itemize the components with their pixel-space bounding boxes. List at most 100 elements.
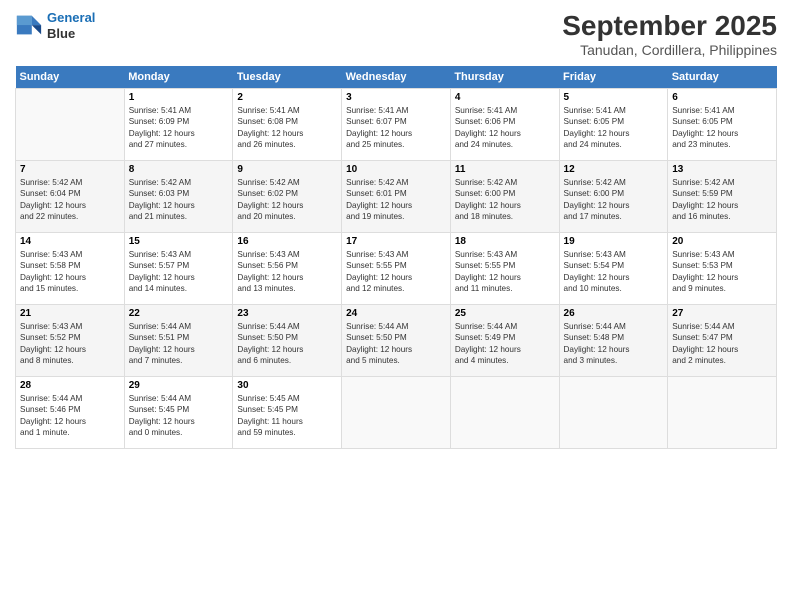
table-row: 4 Sunrise: 5:41 AMSunset: 6:06 PMDaylight… bbox=[450, 89, 559, 161]
day-detail: Sunrise: 5:44 AMSunset: 5:46 PMDaylight:… bbox=[20, 393, 120, 439]
logo-text: General Blue bbox=[47, 10, 95, 41]
calendar-week-row: 7Sunrise: 5:42 AMSunset: 6:04 PMDaylight… bbox=[16, 161, 777, 233]
page-title: September 2025 bbox=[562, 10, 777, 42]
header-monday: Monday bbox=[124, 66, 233, 89]
day-detail: Sunrise: 5:44 AMSunset: 5:49 PMDaylight:… bbox=[455, 321, 555, 367]
day-number: 20 bbox=[672, 236, 772, 247]
table-row: 20 Sunrise: 5:43 AMSunset: 5:53 PMDayligh… bbox=[668, 233, 777, 305]
day-number: 9 bbox=[237, 164, 337, 175]
header-friday: Friday bbox=[559, 66, 668, 89]
day-number: 8 bbox=[129, 164, 229, 175]
day-number: 30 bbox=[237, 380, 337, 391]
table-row: 14Sunrise: 5:43 AMSunset: 5:58 PMDayligh… bbox=[16, 233, 125, 305]
day-number: 3 bbox=[346, 92, 446, 103]
day-detail: Sunrise: 5:43 AMSunset: 5:53 PMDaylight:… bbox=[672, 249, 772, 295]
day-number: 5 bbox=[564, 92, 664, 103]
header-saturday: Saturday bbox=[668, 66, 777, 89]
day-detail: Sunrise: 5:44 AMSunset: 5:50 PMDaylight:… bbox=[346, 321, 446, 367]
table-row: 21 Sunrise: 5:43 AMSunset: 5:52 PMDayligh… bbox=[16, 305, 125, 377]
logo-line1: General bbox=[47, 10, 95, 25]
day-detail: Sunrise: 5:42 AMSunset: 6:00 PMDaylight:… bbox=[455, 177, 555, 223]
table-row: 16 Sunrise: 5:43 AMSunset: 5:56 PMDayligh… bbox=[233, 233, 342, 305]
day-detail: Sunrise: 5:43 AMSunset: 5:56 PMDaylight:… bbox=[237, 249, 337, 295]
table-row: 22Sunrise: 5:44 AMSunset: 5:51 PMDayligh… bbox=[124, 305, 233, 377]
table-row bbox=[450, 377, 559, 449]
day-detail: Sunrise: 5:41 AMSunset: 6:07 PMDaylight:… bbox=[346, 105, 446, 151]
table-row: 11 Sunrise: 5:42 AMSunset: 6:00 PMDayligh… bbox=[450, 161, 559, 233]
table-row: 15Sunrise: 5:43 AMSunset: 5:57 PMDayligh… bbox=[124, 233, 233, 305]
title-block: September 2025 Tanudan, Cordillera, Phil… bbox=[562, 10, 777, 58]
day-number: 26 bbox=[564, 308, 664, 319]
table-row: 5 Sunrise: 5:41 AMSunset: 6:05 PMDaylight… bbox=[559, 89, 668, 161]
day-number: 10 bbox=[346, 164, 446, 175]
table-row bbox=[559, 377, 668, 449]
calendar-table: Sunday Monday Tuesday Wednesday Thursday… bbox=[15, 66, 777, 449]
table-row: 17 Sunrise: 5:43 AMSunset: 5:55 PMDayligh… bbox=[342, 233, 451, 305]
day-number: 22 bbox=[129, 308, 229, 319]
day-number: 15 bbox=[129, 236, 229, 247]
header-wednesday: Wednesday bbox=[342, 66, 451, 89]
day-detail: Sunrise: 5:41 AMSunset: 6:06 PMDaylight:… bbox=[455, 105, 555, 151]
day-number: 1 bbox=[129, 92, 229, 103]
day-number: 16 bbox=[237, 236, 337, 247]
day-number: 19 bbox=[564, 236, 664, 247]
day-detail: Sunrise: 5:41 AMSunset: 6:05 PMDaylight:… bbox=[564, 105, 664, 151]
day-detail: Sunrise: 5:41 AMSunset: 6:05 PMDaylight:… bbox=[672, 105, 772, 151]
table-row: 1Sunrise: 5:41 AMSunset: 6:09 PMDaylight… bbox=[124, 89, 233, 161]
day-number: 11 bbox=[455, 164, 555, 175]
day-number: 6 bbox=[672, 92, 772, 103]
day-detail: Sunrise: 5:42 AMSunset: 6:02 PMDaylight:… bbox=[237, 177, 337, 223]
day-detail: Sunrise: 5:42 AMSunset: 6:03 PMDaylight:… bbox=[129, 177, 229, 223]
table-row: 8 Sunrise: 5:42 AMSunset: 6:03 PMDaylight… bbox=[124, 161, 233, 233]
day-number: 17 bbox=[346, 236, 446, 247]
header-sunday: Sunday bbox=[16, 66, 125, 89]
day-detail: Sunrise: 5:43 AMSunset: 5:55 PMDaylight:… bbox=[455, 249, 555, 295]
day-detail: Sunrise: 5:41 AMSunset: 6:08 PMDaylight:… bbox=[237, 105, 337, 151]
day-detail: Sunrise: 5:42 AMSunset: 6:00 PMDaylight:… bbox=[564, 177, 664, 223]
table-row: 2Sunrise: 5:41 AMSunset: 6:08 PMDaylight… bbox=[233, 89, 342, 161]
logo-line2: Blue bbox=[47, 26, 95, 42]
table-row bbox=[668, 377, 777, 449]
logo: General Blue bbox=[15, 10, 95, 41]
table-row: 10 Sunrise: 5:42 AMSunset: 6:01 PMDayligh… bbox=[342, 161, 451, 233]
day-detail: Sunrise: 5:43 AMSunset: 5:55 PMDaylight:… bbox=[346, 249, 446, 295]
header-tuesday: Tuesday bbox=[233, 66, 342, 89]
calendar-week-row: 21 Sunrise: 5:43 AMSunset: 5:52 PMDayligh… bbox=[16, 305, 777, 377]
page: General Blue September 2025 Tanudan, Cor… bbox=[0, 0, 792, 612]
table-row: 23 Sunrise: 5:44 AMSunset: 5:50 PMDayligh… bbox=[233, 305, 342, 377]
day-number: 23 bbox=[237, 308, 337, 319]
table-row: 9 Sunrise: 5:42 AMSunset: 6:02 PMDaylight… bbox=[233, 161, 342, 233]
day-detail: Sunrise: 5:44 AMSunset: 5:48 PMDaylight:… bbox=[564, 321, 664, 367]
table-row: 25 Sunrise: 5:44 AMSunset: 5:49 PMDayligh… bbox=[450, 305, 559, 377]
table-row: 12Sunrise: 5:42 AMSunset: 6:00 PMDayligh… bbox=[559, 161, 668, 233]
day-detail: Sunrise: 5:44 AMSunset: 5:50 PMDaylight:… bbox=[237, 321, 337, 367]
calendar-week-row: 14Sunrise: 5:43 AMSunset: 5:58 PMDayligh… bbox=[16, 233, 777, 305]
day-number: 14 bbox=[20, 236, 120, 247]
day-number: 27 bbox=[672, 308, 772, 319]
day-number: 25 bbox=[455, 308, 555, 319]
table-row bbox=[342, 377, 451, 449]
table-row: 7Sunrise: 5:42 AMSunset: 6:04 PMDaylight… bbox=[16, 161, 125, 233]
day-number: 18 bbox=[455, 236, 555, 247]
day-detail: Sunrise: 5:43 AMSunset: 5:52 PMDaylight:… bbox=[20, 321, 120, 367]
table-row: 29 Sunrise: 5:44 AMSunset: 5:45 PMDayligh… bbox=[124, 377, 233, 449]
table-row: 24 Sunrise: 5:44 AMSunset: 5:50 PMDayligh… bbox=[342, 305, 451, 377]
table-row: 28 Sunrise: 5:44 AMSunset: 5:46 PMDayligh… bbox=[16, 377, 125, 449]
logo-icon bbox=[15, 12, 43, 40]
day-number: 28 bbox=[20, 380, 120, 391]
day-number: 24 bbox=[346, 308, 446, 319]
day-detail: Sunrise: 5:42 AMSunset: 6:01 PMDaylight:… bbox=[346, 177, 446, 223]
day-detail: Sunrise: 5:45 AMSunset: 5:45 PMDaylight:… bbox=[237, 393, 337, 439]
day-detail: Sunrise: 5:44 AMSunset: 5:45 PMDaylight:… bbox=[129, 393, 229, 439]
day-detail: Sunrise: 5:42 AMSunset: 5:59 PMDaylight:… bbox=[672, 177, 772, 223]
day-number: 4 bbox=[455, 92, 555, 103]
weekday-header-row: Sunday Monday Tuesday Wednesday Thursday… bbox=[16, 66, 777, 89]
table-row: 13Sunrise: 5:42 AMSunset: 5:59 PMDayligh… bbox=[668, 161, 777, 233]
calendar-week-row: 1Sunrise: 5:41 AMSunset: 6:09 PMDaylight… bbox=[16, 89, 777, 161]
table-row: 27Sunrise: 5:44 AMSunset: 5:47 PMDayligh… bbox=[668, 305, 777, 377]
calendar-week-row: 28 Sunrise: 5:44 AMSunset: 5:46 PMDayligh… bbox=[16, 377, 777, 449]
day-number: 29 bbox=[129, 380, 229, 391]
table-row: 3 Sunrise: 5:41 AMSunset: 6:07 PMDaylight… bbox=[342, 89, 451, 161]
day-number: 21 bbox=[20, 308, 120, 319]
day-number: 7 bbox=[20, 164, 120, 175]
